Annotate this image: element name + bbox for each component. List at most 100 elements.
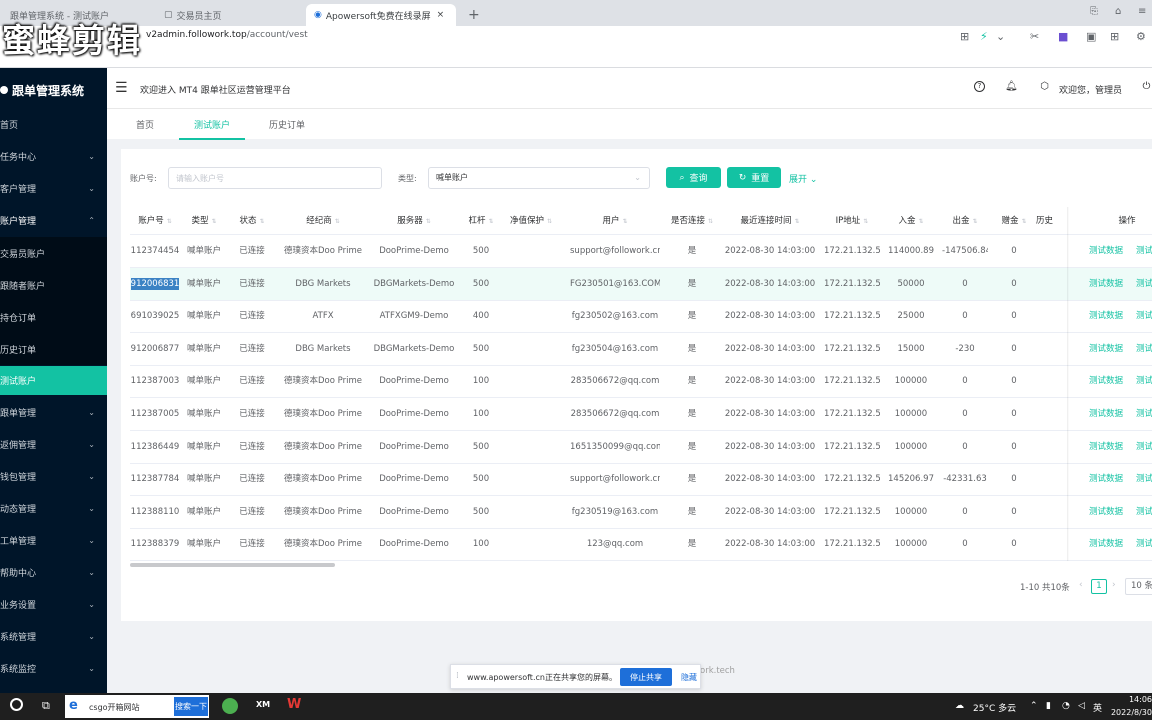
window-icon[interactable]: ▣	[1086, 30, 1096, 43]
table-row[interactable]: 912006877 喊单账户 已连接 DBG Markets DBGMarkets-De…	[130, 333, 1152, 366]
col-broker[interactable]: 经纪商 ⇅	[278, 207, 368, 235]
table-row[interactable]: 112374454 喊单账户 已连接 德璞资本Doo Prime DooPrime-De…	[130, 235, 1152, 268]
start-icon[interactable]	[10, 698, 23, 711]
drag-handle-icon[interactable]: ⁞	[456, 671, 459, 681]
horizontal-scrollbar[interactable]	[130, 563, 335, 567]
url-text[interactable]: v2admin.followork.top/account/vest	[146, 30, 308, 40]
sidebar-item-monitoring[interactable]: 系统监控 ⌄	[0, 653, 107, 683]
shirt-icon[interactable]: ⌂	[1115, 6, 1121, 17]
settings-icon[interactable]: ⚙	[1136, 30, 1146, 43]
hide-share-link[interactable]: 隐藏	[681, 672, 697, 683]
volume-icon[interactable]: ◁	[1078, 701, 1085, 711]
menu-fold-icon[interactable]: ☰	[115, 80, 128, 96]
user-greeting[interactable]: 欢迎您，管理员	[1059, 83, 1122, 96]
cell-action-test[interactable]: 测试	[1136, 398, 1152, 431]
sidebar-item-business-settings[interactable]: 业务设置 ⌄	[0, 589, 107, 619]
col-status[interactable]: 状态 ⇅	[233, 207, 271, 235]
weather-text[interactable]: 25°C 多云	[973, 701, 1016, 714]
sidebar-item-test-accounts[interactable]: 测试账户	[0, 366, 107, 395]
menu-icon[interactable]: ≡	[1138, 6, 1146, 17]
cell-action-test[interactable]: 测试	[1136, 235, 1152, 268]
col-leverage[interactable]: 杠杆 ⇅	[460, 207, 502, 235]
taskbar-search[interactable]: e csgo开箱网站 搜索一下	[65, 695, 209, 718]
browser-tab-3[interactable]: ◉ Apowersoft免费在线录屏 ×	[306, 4, 456, 26]
cell-action-test-data[interactable]: 测试数据	[1082, 431, 1130, 464]
cell-action-test-data[interactable]: 测试数据	[1082, 528, 1130, 561]
cell-action-test[interactable]: 测试	[1136, 496, 1152, 529]
reset-button[interactable]: ↻ 重置	[727, 167, 781, 188]
app-icon-xm[interactable]: XM	[256, 700, 270, 709]
apps-icon[interactable]: ⊞	[1110, 30, 1119, 43]
expand-link[interactable]: 展开 ⌄	[789, 172, 817, 185]
col-bonus[interactable]: 赠金 ⇅	[996, 207, 1032, 235]
table-row[interactable]: 112388379 喊单账户 已连接 德璞资本Doo Prime DooPrime-De…	[130, 528, 1152, 562]
col-server[interactable]: 服务器 ⇅	[372, 207, 456, 235]
page-size-select[interactable]: 10 条	[1125, 578, 1152, 595]
table-row[interactable]: 912006831 喊单账户 已连接 DBG Markets DBGMarkets-De…	[130, 267, 1152, 301]
bolt-icon[interactable]: ⚡	[980, 30, 988, 43]
cell-action-test[interactable]: 测试	[1136, 463, 1152, 496]
sidebar-item-trader-accounts[interactable]: 交易员账户	[0, 237, 107, 269]
table-row[interactable]: 112387784 喊单账户 已连接 德璞资本Doo Prime DooPrime-De…	[130, 463, 1152, 497]
sidebar-item-customers[interactable]: 客户管理 ⌄	[0, 173, 107, 203]
input-language[interactable]: 英	[1093, 701, 1102, 714]
cell-action-test[interactable]: 测试	[1136, 365, 1152, 398]
network-icon[interactable]: ◔	[1062, 701, 1070, 711]
col-deposit[interactable]: 入金 ⇅	[888, 207, 934, 235]
col-history[interactable]: 历史	[1036, 207, 1070, 235]
taskbar-search-button[interactable]: 搜索一下	[174, 697, 208, 716]
cell-action-test[interactable]: 测试	[1136, 333, 1152, 366]
table-row[interactable]: 112386449 喊单账户 已连接 德璞资本Doo Prime DooPrime-De…	[130, 431, 1152, 464]
browser-tab-2[interactable]: ▢ 交易员主页	[156, 4, 304, 26]
clock-date[interactable]: 2022/8/30	[1110, 708, 1152, 717]
col-account[interactable]: 账户号 ⇅	[130, 207, 180, 235]
sidebar-item-copy-trading[interactable]: 跟单管理 ⌄	[0, 397, 107, 427]
sidebar-item-rebates[interactable]: 返佣管理 ⌄	[0, 429, 107, 459]
new-tab-icon[interactable]: +	[460, 4, 480, 26]
account-input[interactable]	[168, 167, 382, 189]
extension-icon[interactable]: ■	[1058, 30, 1068, 43]
cell-action-test[interactable]: 测试	[1136, 528, 1152, 561]
sidebar-item-tickets[interactable]: 工单管理 ⌄	[0, 525, 107, 555]
chevron-up-icon[interactable]: ⌃	[1030, 701, 1038, 711]
table-row[interactable]: 112388110 喊单账户 已连接 德璞资本Doo Prime DooPrime-De…	[130, 496, 1152, 529]
cell-action-test-data[interactable]: 测试数据	[1082, 398, 1130, 431]
col-withdraw[interactable]: 出金 ⇅	[942, 207, 988, 235]
sidebar-item-wallet[interactable]: 钱包管理 ⌄	[0, 461, 107, 491]
cell-action-test[interactable]: 测试	[1136, 300, 1152, 333]
col-last-connect[interactable]: 最近连接时间 ⇅	[722, 207, 818, 235]
chevron-left-icon[interactable]: ‹	[1079, 580, 1083, 590]
cell-action-test-data[interactable]: 测试数据	[1082, 333, 1130, 366]
table-row[interactable]: 691039025 喊单账户 已连接 ATFX ATFXGM9-Demo 400 fg230…	[130, 300, 1152, 334]
avatar-icon[interactable]: ⬡	[1039, 81, 1050, 92]
cell-action-test[interactable]: 测试	[1136, 431, 1152, 464]
reader-icon[interactable]: ⎘	[1090, 6, 1098, 17]
tab-test-accounts[interactable]: 测试账户	[194, 118, 230, 131]
cell-action-test-data[interactable]: 测试数据	[1082, 496, 1130, 529]
col-connected[interactable]: 是否连接 ⇅	[664, 207, 720, 235]
col-user[interactable]: 用户 ⇅	[570, 207, 660, 235]
cell-action-test-data[interactable]: 测试数据	[1082, 463, 1130, 496]
task-view-icon[interactable]: ⧉	[42, 699, 50, 713]
table-row[interactable]: 112387005 喊单账户 已连接 德璞资本Doo Prime DooPrime-De…	[130, 398, 1152, 431]
app-icon-green[interactable]	[222, 698, 238, 714]
cell-action-test[interactable]: 测试	[1136, 268, 1152, 301]
bell-icon[interactable]: 🔔︎	[1005, 81, 1018, 92]
app-icon-wps[interactable]: W	[287, 697, 301, 712]
battery-icon[interactable]: ▮	[1046, 701, 1051, 711]
sidebar-item-system[interactable]: 系统管理 ⌄	[0, 621, 107, 651]
chevron-right-icon[interactable]: ›	[1112, 580, 1116, 590]
col-equity-protect[interactable]: 净值保护 ⇅	[504, 207, 558, 235]
cell-action-test-data[interactable]: 测试数据	[1082, 235, 1130, 268]
help-icon[interactable]: ?	[974, 81, 985, 92]
page-1-button[interactable]: 1	[1091, 579, 1107, 594]
col-type[interactable]: 类型 ⇅	[185, 207, 223, 235]
type-select[interactable]: 喊单账户 ⌄	[428, 167, 650, 189]
sidebar-item-task-center[interactable]: 任务中心 ⌄	[0, 141, 107, 171]
sidebar-item-home[interactable]: 首页	[0, 109, 107, 139]
scissors-icon[interactable]: ✂	[1030, 30, 1039, 43]
chevron-down-icon[interactable]: ⌄	[996, 30, 1005, 43]
close-icon[interactable]: ×	[437, 10, 445, 20]
logout-icon[interactable]: ⏻	[1141, 81, 1152, 92]
tab-home[interactable]: 首页	[136, 118, 154, 131]
